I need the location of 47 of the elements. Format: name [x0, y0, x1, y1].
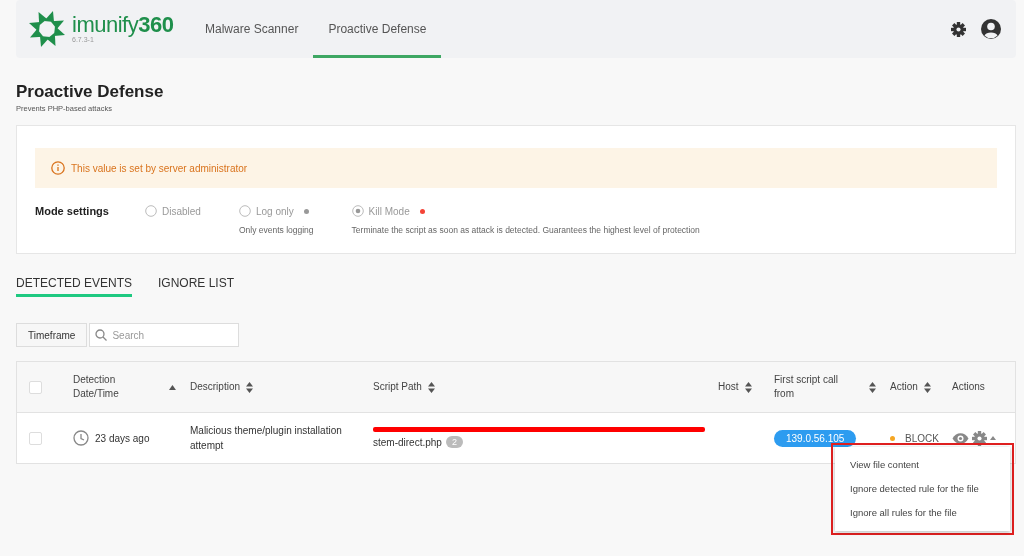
- timeframe-button[interactable]: Timeframe: [16, 323, 88, 347]
- sort-ascending-icon[interactable]: [169, 384, 176, 390]
- tab[interactable]: IGNORE LIST: [158, 276, 235, 297]
- clock-icon: [73, 430, 89, 446]
- column-header: Action: [890, 380, 918, 394]
- radio-label: Kill Mode: [368, 205, 410, 217]
- logo-text: imunify360: [72, 14, 174, 36]
- sort-icon[interactable]: [744, 381, 752, 393]
- settings-icon[interactable]: [972, 430, 987, 446]
- sort-icon[interactable]: [427, 381, 435, 393]
- sort-icon[interactable]: [246, 381, 254, 393]
- ip-address-badge: 139.0.56.105: [774, 429, 857, 447]
- mode-settings-label: Mode settings: [35, 205, 110, 219]
- action-label: BLOCK: [905, 432, 939, 444]
- option-description: Only events logging: [238, 225, 314, 235]
- column-header: Host: [718, 380, 739, 394]
- column-header: Detection Date/Time: [73, 373, 120, 401]
- column-header: First script call from: [774, 373, 839, 401]
- sort-icon[interactable]: [923, 381, 931, 393]
- radio-label: Disabled: [162, 205, 201, 217]
- column-header: Actions: [952, 380, 985, 394]
- notice-text: This value is set by server administrator: [71, 162, 248, 174]
- info-icon: [51, 161, 65, 175]
- logo-icon: [28, 10, 66, 48]
- search-field[interactable]: Search: [89, 323, 240, 347]
- page-title: Proactive Defense: [16, 82, 165, 102]
- column-header: Description: [190, 380, 241, 394]
- checkbox[interactable]: [29, 380, 42, 394]
- table-cell-text: 23 days ago: [95, 431, 150, 446]
- caret-icon[interactable]: [990, 436, 996, 440]
- user-avatar-icon[interactable]: [980, 18, 1002, 40]
- nav-tab[interactable]: Proactive Defense: [313, 0, 442, 58]
- sort-icon[interactable]: [869, 381, 876, 393]
- menu-item[interactable]: Ignore all rules for the file: [835, 501, 1010, 525]
- menu-item[interactable]: View file content: [835, 453, 1010, 477]
- settings-icon[interactable]: [951, 21, 966, 37]
- table-cell-text: Malicious theme/plugin installation attempt: [190, 424, 343, 453]
- column-header: Script Path: [373, 380, 422, 394]
- checkbox[interactable]: [29, 431, 42, 445]
- eye-icon[interactable]: [952, 432, 969, 444]
- tab[interactable]: DETECTED EVENTS: [16, 276, 132, 297]
- nav-tab[interactable]: Malware Scanner: [190, 0, 314, 58]
- count-badge: 2: [445, 436, 463, 448]
- option-description: Terminate the script as soon as attack is detected. Guarantees the highest level of protection: [351, 225, 700, 235]
- table-cell-text: stem-direct.php: [373, 435, 442, 450]
- radio-label: Log only: [255, 205, 294, 217]
- menu-item[interactable]: Ignore detected rule for the file: [835, 477, 1010, 501]
